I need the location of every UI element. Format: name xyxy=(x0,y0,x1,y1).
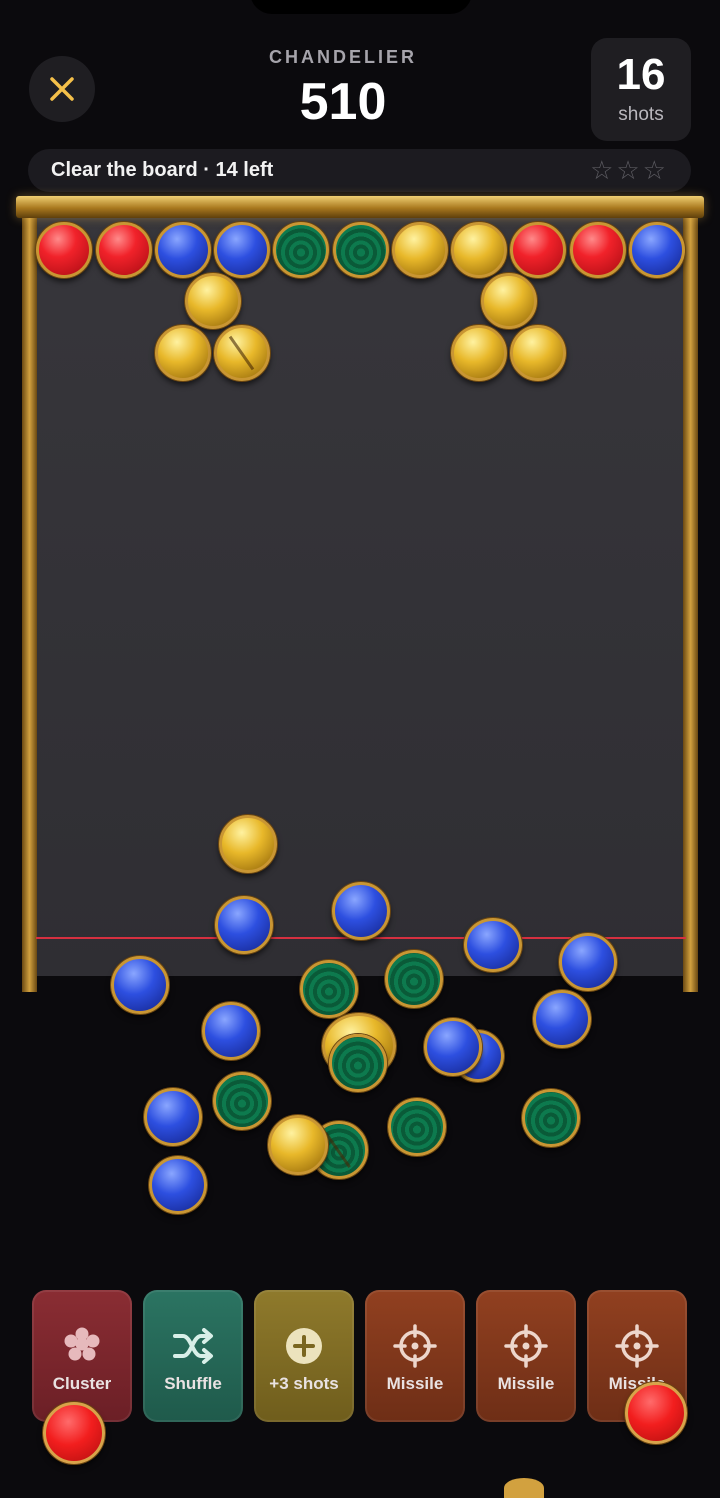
ball-green xyxy=(329,1034,387,1092)
powerup-label: +3 shots xyxy=(269,1374,339,1393)
ball-green xyxy=(333,222,389,278)
ball-yellow-cracked xyxy=(214,325,270,381)
shots-label: shots xyxy=(618,104,664,125)
score: 510 xyxy=(299,73,387,131)
device-notch xyxy=(250,0,472,14)
ball-blue xyxy=(155,222,211,278)
ball-yellow xyxy=(392,222,448,278)
ball-blue xyxy=(559,933,617,991)
level-name: CHANDELIER xyxy=(268,47,417,67)
launcher-ball-current[interactable] xyxy=(43,1402,105,1464)
ball-yellow xyxy=(185,273,241,329)
powerup-label: Shuffle xyxy=(164,1374,222,1393)
launcher-ball-next[interactable] xyxy=(625,1382,687,1444)
crosshair-icon xyxy=(615,1324,659,1368)
left-post xyxy=(22,214,37,992)
shots-counter: 16 shots xyxy=(591,38,691,141)
ball-blue xyxy=(464,918,522,972)
ball-red xyxy=(570,222,626,278)
powerup-label: Cluster xyxy=(52,1374,112,1393)
ball-blue xyxy=(533,990,591,1048)
ball-red xyxy=(96,222,152,278)
ball-green xyxy=(522,1089,580,1147)
ball-red xyxy=(510,222,566,278)
shuffle-icon xyxy=(171,1324,215,1368)
crosshair-icon xyxy=(504,1324,548,1368)
ball-blue xyxy=(332,882,390,940)
goal-bar: Clear the board · 14 left ☆☆☆ xyxy=(28,149,691,192)
goal-text: Clear the board · 14 left xyxy=(51,159,274,181)
ball-blue xyxy=(214,222,270,278)
ball-red xyxy=(36,222,92,278)
powerup-plus-shots-button[interactable]: +3 shots xyxy=(254,1290,354,1422)
plus-icon xyxy=(282,1324,326,1368)
ball-yellow xyxy=(155,325,211,381)
shots-count: 16 xyxy=(616,50,666,99)
powerup-shuffle-button[interactable]: Shuffle xyxy=(143,1290,243,1422)
ball-yellow xyxy=(481,273,537,329)
ball-green xyxy=(385,950,443,1008)
ball-yellow xyxy=(451,222,507,278)
ball-yellow xyxy=(219,815,277,873)
ball-blue xyxy=(215,896,273,954)
ball-green xyxy=(300,960,358,1018)
ball-blue xyxy=(202,1002,260,1060)
ball-yellow xyxy=(268,1115,328,1175)
powerup-missile-button[interactable]: Missile xyxy=(365,1290,465,1422)
game-board[interactable] xyxy=(36,214,686,976)
powerup-missile-button[interactable]: Missile xyxy=(476,1290,576,1422)
powerup-label: Missile xyxy=(497,1374,555,1393)
star-rating: ☆☆☆ xyxy=(590,155,669,185)
ball-blue xyxy=(629,222,685,278)
ball-blue xyxy=(424,1018,482,1076)
ball-blue xyxy=(111,956,169,1014)
ball-blue xyxy=(144,1088,202,1146)
powerup-label: Missile xyxy=(386,1374,444,1393)
ball-blue xyxy=(149,1156,207,1214)
cluster-icon xyxy=(60,1324,104,1368)
ball-green xyxy=(388,1098,446,1156)
ball-yellow xyxy=(451,325,507,381)
ball-yellow xyxy=(510,325,566,381)
launcher-edge xyxy=(504,1478,544,1498)
ball-green xyxy=(213,1072,271,1130)
right-post xyxy=(683,214,698,992)
top-rail xyxy=(16,196,704,218)
crosshair-icon xyxy=(393,1324,437,1368)
ball-green xyxy=(273,222,329,278)
